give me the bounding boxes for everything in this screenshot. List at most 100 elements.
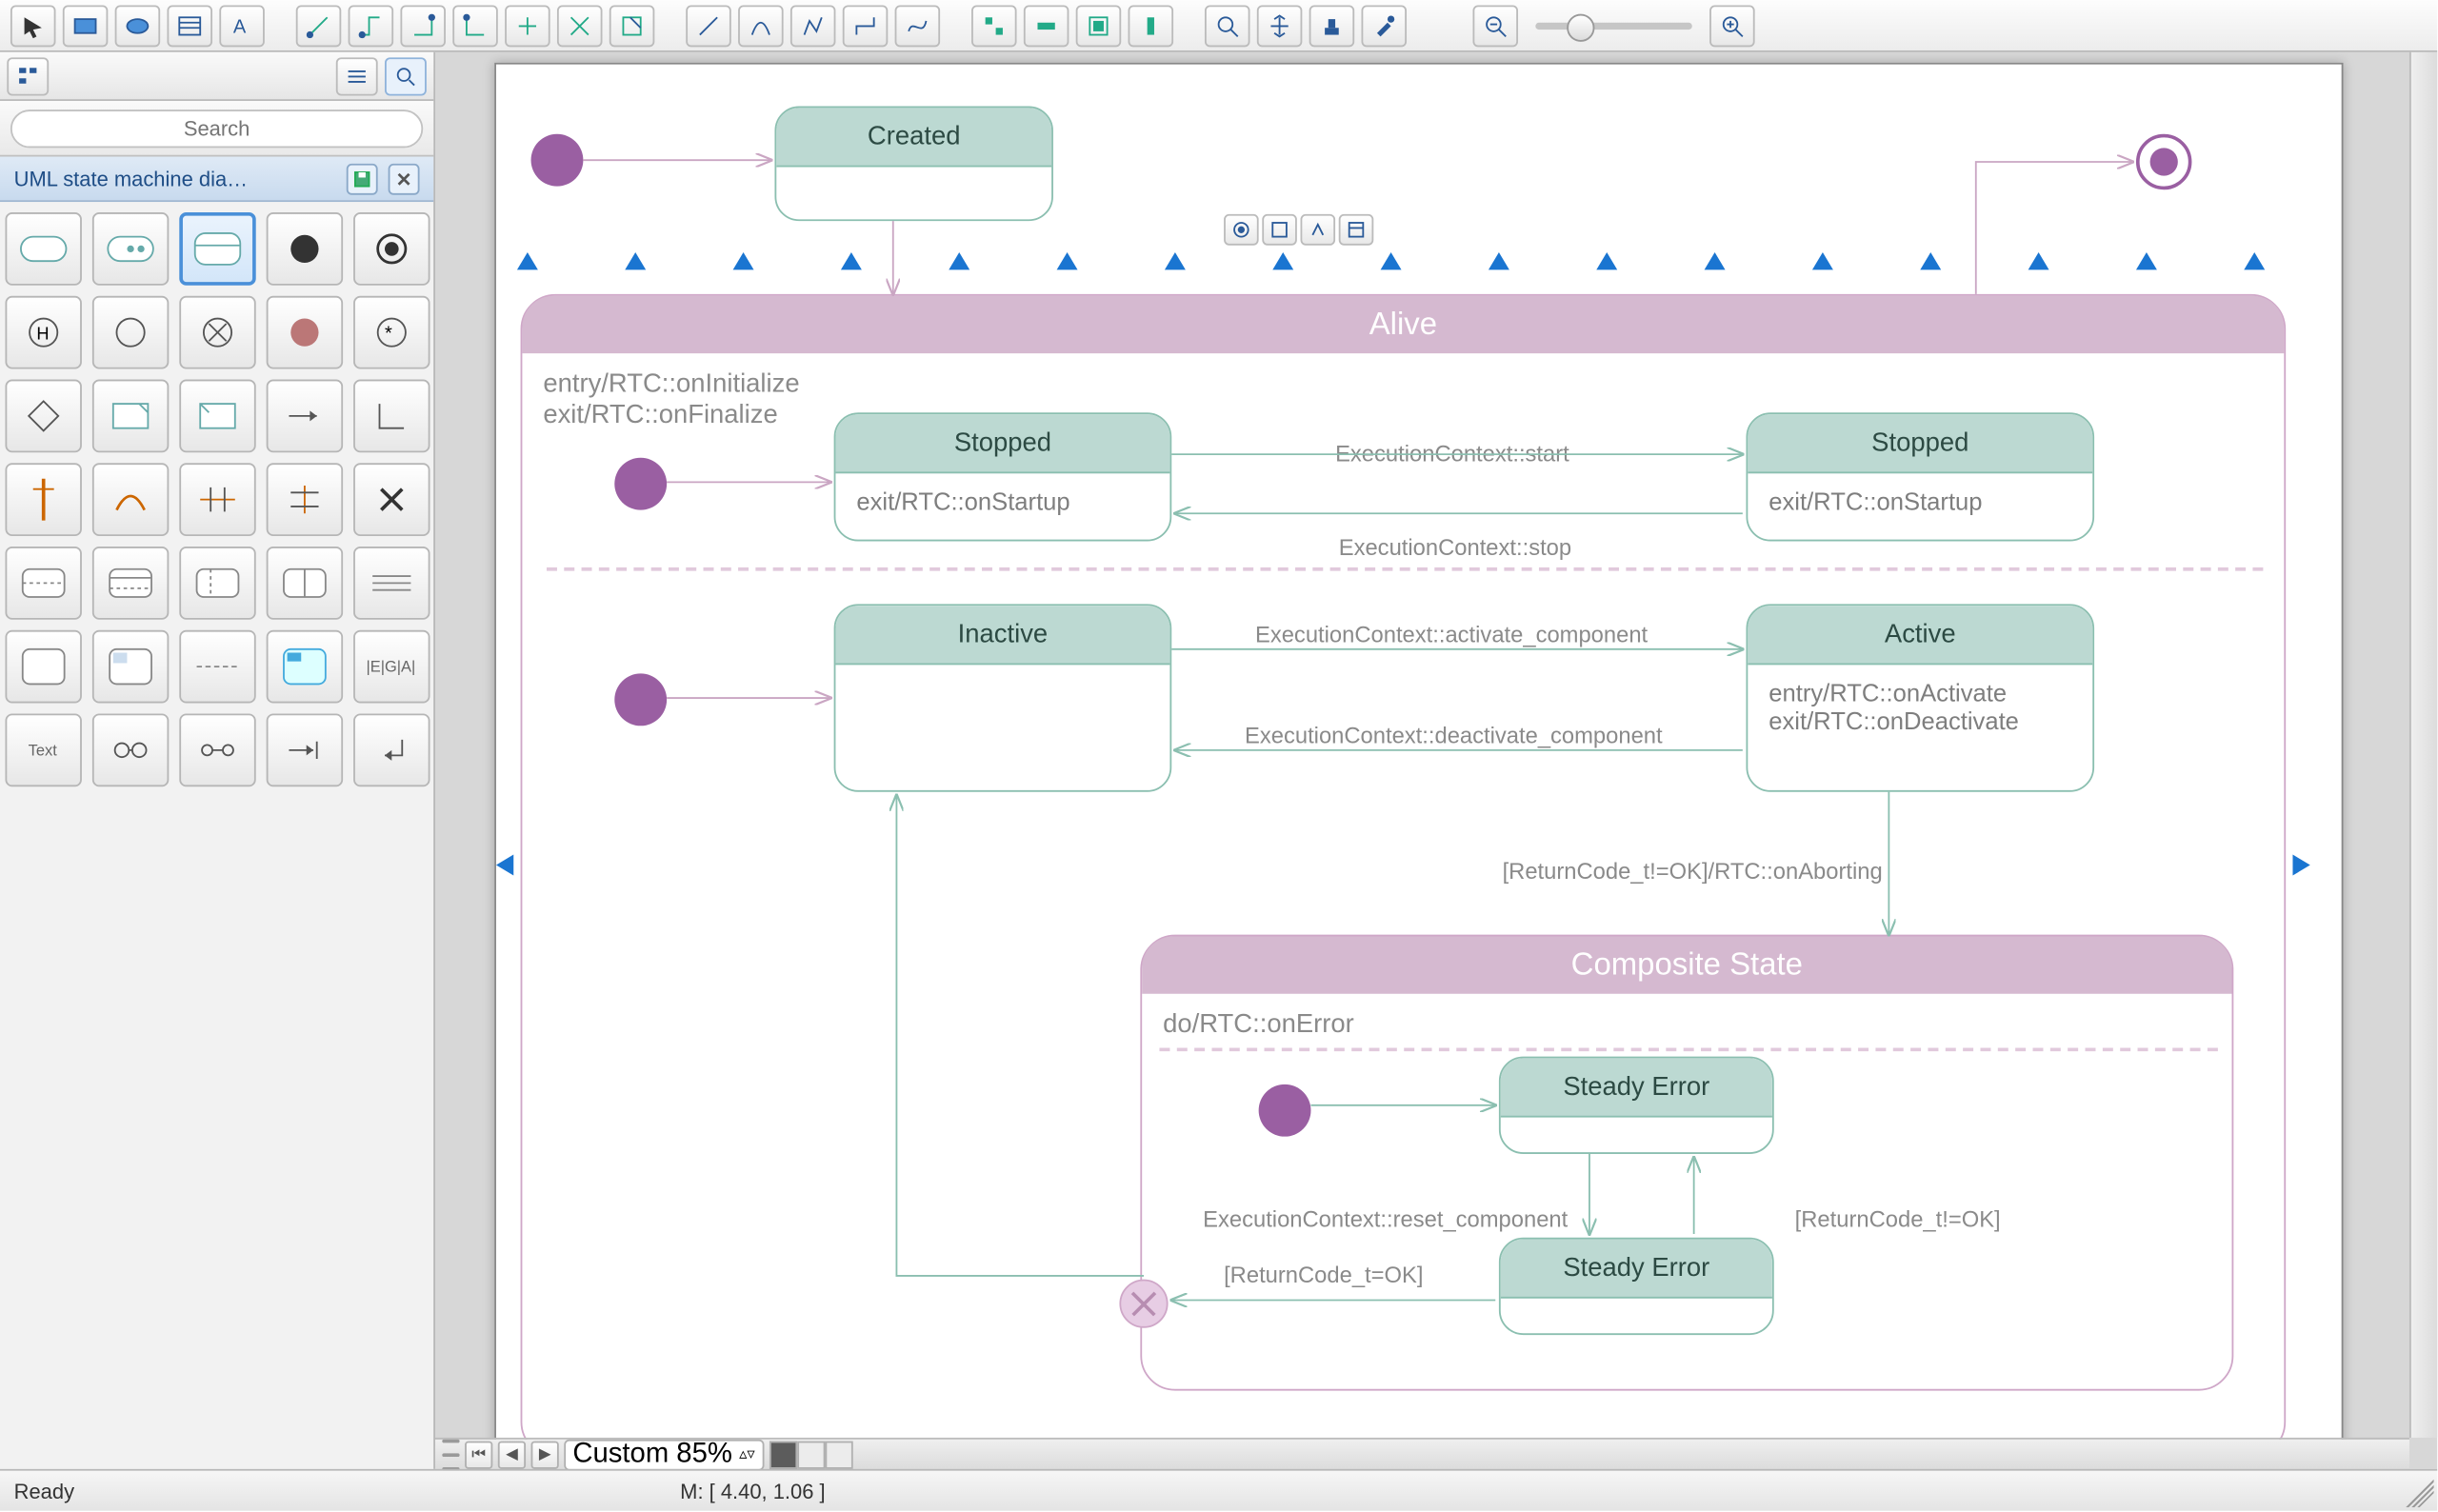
first-page-button[interactable]: ⏮: [465, 1441, 492, 1468]
mini-opt-d-icon[interactable]: [1339, 214, 1374, 246]
palette-region-lines-icon[interactable]: [352, 547, 429, 620]
selection-handle[interactable]: [517, 252, 538, 269]
selection-handle[interactable]: [1057, 252, 1078, 269]
page-tab-3[interactable]: [825, 1441, 852, 1468]
palette-region-4-icon[interactable]: [266, 547, 342, 620]
connector-1-icon[interactable]: [296, 5, 342, 47]
palette-link-icon[interactable]: [178, 713, 254, 786]
sidebar-search-icon[interactable]: [385, 56, 427, 94]
connector-2-icon[interactable]: [349, 5, 394, 47]
selection-handle[interactable]: [2292, 855, 2309, 876]
palette-region-1-icon[interactable]: [5, 547, 81, 620]
connector-6-icon[interactable]: [557, 5, 603, 47]
state-steady-error-bottom[interactable]: Steady Error: [1499, 1238, 1774, 1335]
palette-fork-vert-icon[interactable]: [5, 463, 81, 536]
selection-handle[interactable]: [2028, 252, 2049, 269]
eyedropper-tool-icon[interactable]: [1361, 5, 1407, 47]
palette-region-big-icon[interactable]: [5, 630, 81, 704]
palette-cross-join-icon[interactable]: [178, 463, 254, 536]
palette-save-icon[interactable]: [347, 163, 378, 194]
palette-region-split-icon[interactable]: [91, 630, 168, 704]
palette-glasses-icon[interactable]: [91, 713, 168, 786]
palette-arrow-exit-icon[interactable]: [266, 713, 342, 786]
selection-handle[interactable]: [2136, 252, 2157, 269]
selection-handle[interactable]: [1272, 252, 1293, 269]
palette-filled-node-icon[interactable]: [266, 296, 342, 369]
line-ortho-icon[interactable]: [843, 5, 889, 47]
palette-region-marked-icon[interactable]: [266, 630, 342, 704]
state-stopped-left[interactable]: Stopped exit/RTC::onStartup: [834, 412, 1172, 541]
palette-header[interactable]: UML state machine dia…: [0, 157, 433, 203]
palette-substate-icon[interactable]: [91, 212, 168, 286]
table-tool-icon[interactable]: [167, 5, 212, 47]
zoom-combo[interactable]: Custom 85% ▵▿: [564, 1439, 764, 1470]
selection-handle[interactable]: [1705, 252, 1726, 269]
palette-corner-icon[interactable]: [352, 380, 429, 453]
outline-tree-icon[interactable]: [7, 56, 49, 94]
state-inactive[interactable]: Inactive: [834, 604, 1172, 791]
selection-handle[interactable]: [496, 855, 513, 876]
ellipse-tool-icon[interactable]: [115, 5, 161, 47]
next-page-button[interactable]: ▶: [531, 1441, 559, 1468]
state-active[interactable]: Active entry/RTC::onActivate exit/RTC::o…: [1746, 604, 2094, 791]
zoom-slider[interactable]: [1535, 22, 1692, 29]
state-stopped-right[interactable]: Stopped exit/RTC::onStartup: [1746, 412, 2094, 541]
line-curve-icon[interactable]: [738, 5, 784, 47]
selection-handle[interactable]: [1489, 252, 1509, 269]
list-view-icon[interactable]: [336, 56, 378, 94]
junction-pseudostate[interactable]: [1119, 1280, 1168, 1328]
align-2-icon[interactable]: [1024, 5, 1069, 47]
mini-opt-b-icon[interactable]: [1262, 214, 1297, 246]
palette-dashed-line-icon[interactable]: [178, 630, 254, 704]
zoom-tool-icon[interactable]: [1205, 5, 1250, 47]
initial-pseudostate-lower[interactable]: [614, 673, 667, 726]
selection-handle[interactable]: [2244, 252, 2265, 269]
palette-circle-icon[interactable]: [91, 296, 168, 369]
palette-final-state-icon[interactable]: [266, 212, 342, 286]
zoom-out-button[interactable]: [1472, 5, 1518, 47]
initial-pseudostate-upper[interactable]: [614, 458, 667, 510]
palette-text-icon[interactable]: Text: [5, 713, 81, 786]
zoom-in-button[interactable]: [1709, 5, 1755, 47]
palette-ega-icon[interactable]: |E|G|A|: [352, 630, 429, 704]
state-steady-error-top[interactable]: Steady Error: [1499, 1057, 1774, 1154]
rect-tool-icon[interactable]: [63, 5, 109, 47]
align-1-icon[interactable]: [971, 5, 1017, 47]
prev-page-button[interactable]: ◀: [498, 1441, 526, 1468]
selection-handle[interactable]: [625, 252, 646, 269]
selection-handle[interactable]: [733, 252, 754, 269]
connector-5-icon[interactable]: [505, 5, 550, 47]
palette-note-icon[interactable]: [91, 380, 168, 453]
palette-region-3-icon[interactable]: [178, 547, 254, 620]
selection-handle[interactable]: [1920, 252, 1941, 269]
initial-pseudostate-composite[interactable]: [1259, 1084, 1311, 1137]
palette-star-node-icon[interactable]: *: [352, 296, 429, 369]
page-tabs[interactable]: [769, 1441, 852, 1468]
palette-close-icon[interactable]: [389, 163, 420, 194]
palette-composite-state-icon[interactable]: [178, 212, 254, 286]
palette-fork-arc-icon[interactable]: [91, 463, 168, 536]
stamp-tool-icon[interactable]: [1309, 5, 1355, 47]
align-4-icon[interactable]: [1129, 5, 1174, 47]
page-tab-1[interactable]: [769, 1441, 796, 1468]
search-input[interactable]: [10, 109, 423, 147]
palette-history-icon[interactable]: H: [5, 296, 81, 369]
palette-circle-x-icon[interactable]: [178, 296, 254, 369]
connector-7-icon[interactable]: [610, 5, 655, 47]
zoom-combo-stepper-icon[interactable]: ▵▿: [739, 1444, 755, 1463]
palette-cross-join2-icon[interactable]: [266, 463, 342, 536]
initial-pseudostate-top[interactable]: [531, 134, 584, 187]
align-3-icon[interactable]: [1076, 5, 1122, 47]
palette-region-2-icon[interactable]: [91, 547, 168, 620]
selection-handle[interactable]: [1812, 252, 1833, 269]
selection-handle[interactable]: [1165, 252, 1186, 269]
page-tab-2[interactable]: [797, 1441, 825, 1468]
palette-arrow-right-icon[interactable]: [266, 380, 342, 453]
line-poly-icon[interactable]: [790, 5, 836, 47]
window-resize-grip-icon[interactable]: [2406, 1480, 2433, 1507]
palette-note2-icon[interactable]: [178, 380, 254, 453]
text-tool-icon[interactable]: A: [219, 5, 265, 47]
selection-handle[interactable]: [841, 252, 862, 269]
palette-diamond-icon[interactable]: [5, 380, 81, 453]
diagram-canvas[interactable]: Alive entry/RTC::onInitialize exit/RTC::…: [494, 63, 2343, 1462]
